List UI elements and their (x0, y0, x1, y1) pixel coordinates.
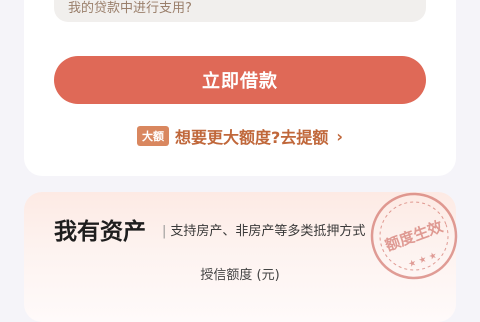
raise-limit-link[interactable]: 大额 想要更大额度?去提额 › (0, 124, 480, 148)
borrow-now-label: 立即借款 (202, 71, 278, 92)
borrow-now-button[interactable]: 立即借款 (54, 56, 426, 104)
assets-title: 我有资产 (54, 219, 146, 245)
chevron-right-icon: › (336, 126, 343, 146)
title-separator: | (162, 224, 167, 239)
credit-limit-label: 授信额度 (元) (200, 268, 280, 283)
assets-subtitle: | 支持房产、非房产等多类抵押方式 (162, 220, 365, 239)
stamp-text: 额度生效 (383, 217, 446, 255)
raise-limit-text: 想要更大额度?去提额 (175, 128, 329, 147)
large-amount-badge: 大额 (137, 126, 170, 146)
assets-subtitle-text: 支持房产、非房产等多类抵押方式 (170, 224, 366, 239)
usage-input-field[interactable]: 我的贷款中进行支用? (54, 0, 426, 22)
usage-field-text: 我的贷款中进行支用? (68, 1, 192, 16)
